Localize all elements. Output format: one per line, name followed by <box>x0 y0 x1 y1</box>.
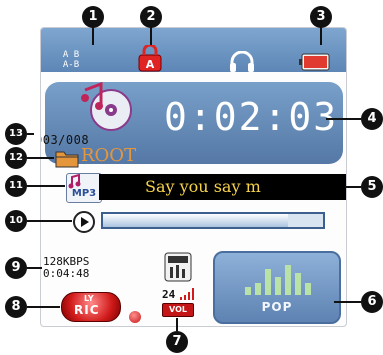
equalizer-panel[interactable]: POP <box>213 251 341 324</box>
callout-4: 4 <box>361 108 383 130</box>
ab-repeat-bottom-text: A-B <box>62 60 80 70</box>
callout-2: 2 <box>140 6 162 28</box>
callout-12: 12 <box>5 147 27 169</box>
ab-repeat-indicator: A B A-B <box>51 50 91 74</box>
callout-10-line <box>27 220 72 222</box>
lyric-button[interactable]: LY RIC <box>61 292 121 322</box>
volume-value: 24 <box>162 288 176 301</box>
total-time-value: 0:04:48 <box>43 267 90 280</box>
callout-7-line <box>176 318 178 331</box>
callout-7: 7 <box>166 331 188 353</box>
elapsed-time-display: 0:02:03 <box>164 95 339 139</box>
callout-11-line <box>27 185 65 187</box>
eq-mode-icon <box>164 252 192 282</box>
battery-icon <box>299 53 331 71</box>
callout-6-line <box>334 301 361 303</box>
callout-3-line <box>320 27 322 45</box>
mp3-format-icon: MP3 <box>66 173 102 203</box>
progress-fill <box>103 214 288 227</box>
callout-2-line <box>150 27 152 45</box>
play-button[interactable] <box>73 211 95 233</box>
callout-5-line <box>345 186 361 188</box>
callout-3: 3 <box>310 6 332 28</box>
eq-preset-label: POP <box>261 300 293 314</box>
ab-repeat-top-text: A B <box>62 50 80 60</box>
lock-icon-letter: A <box>146 58 155 71</box>
lyric-display: Say you say m <box>99 174 346 200</box>
folder-name: ROOT <box>81 145 137 166</box>
lyric-button-top: LY <box>84 294 94 303</box>
player-screen: A B A-B A 0:02:03 003/008 ROOT MP3 Say y… <box>40 27 347 327</box>
callout-10: 10 <box>5 210 27 232</box>
callout-12-line <box>27 157 54 159</box>
callout-13: 13 <box>5 123 27 145</box>
callout-4-line <box>326 118 361 120</box>
volume-indicator: 24 VOL <box>162 286 198 322</box>
callout-1-line <box>92 27 94 45</box>
volume-label: VOL <box>162 303 194 317</box>
callout-6: 6 <box>361 291 383 313</box>
callout-8-line <box>27 306 60 308</box>
play-icon <box>81 217 89 227</box>
lyric-dot-icon <box>129 311 141 323</box>
callout-1: 1 <box>82 6 104 28</box>
callout-13-line <box>27 133 34 135</box>
equalizer-bars-icon <box>245 265 311 295</box>
folder-icon <box>55 148 79 168</box>
callout-9-line <box>27 267 42 269</box>
callout-5: 5 <box>361 176 383 198</box>
volume-bars-icon <box>180 288 194 300</box>
bitrate-info: 128KBPS 0:04:48 <box>43 256 89 280</box>
callout-8: 8 <box>5 296 27 318</box>
callout-11: 11 <box>5 175 27 197</box>
lock-icon: A <box>137 43 163 73</box>
lyric-button-bottom: RIC <box>74 303 100 317</box>
callout-9: 9 <box>5 257 27 279</box>
headphone-icon <box>229 50 255 73</box>
mp3-label: MP3 <box>71 188 97 199</box>
music-disc-icon <box>79 81 137 134</box>
progress-bar[interactable] <box>101 212 325 229</box>
